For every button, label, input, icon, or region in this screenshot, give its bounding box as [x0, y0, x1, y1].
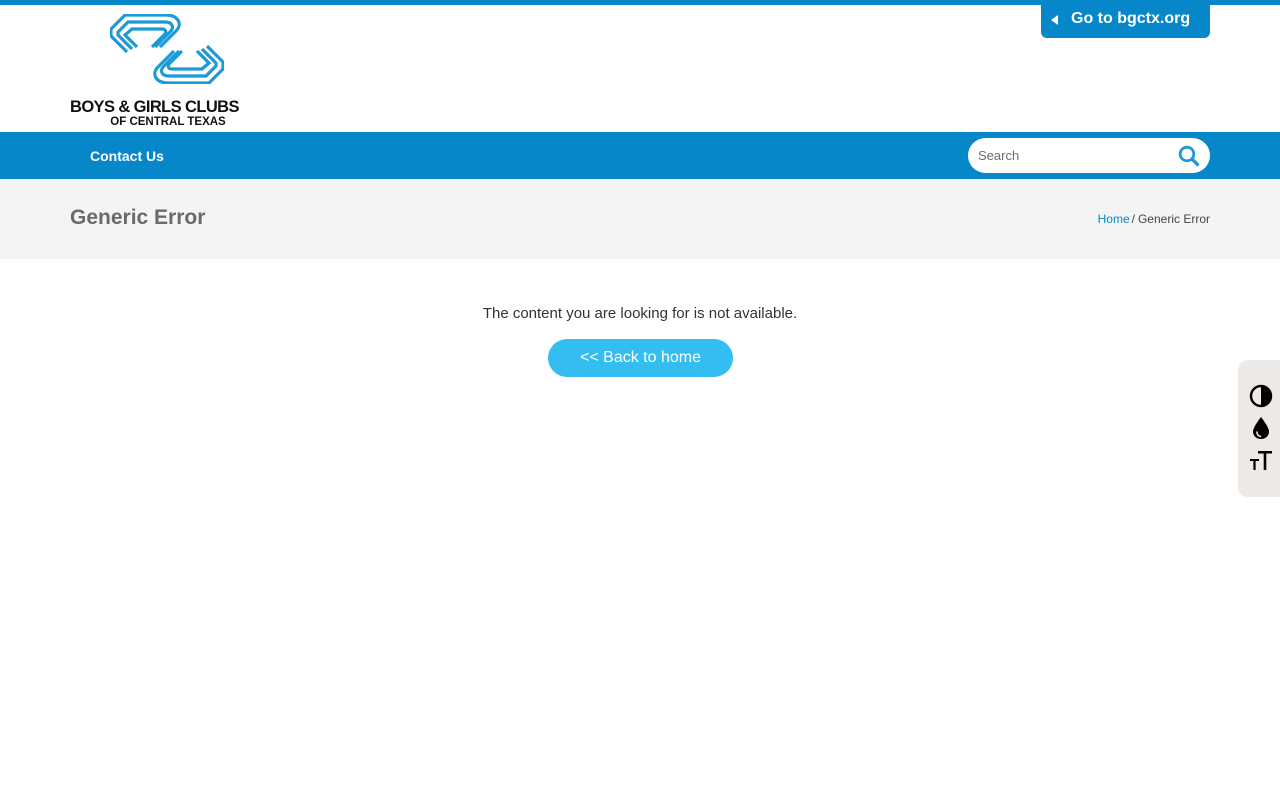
logo-subtitle: OF CENTRAL TEXAS — [110, 116, 226, 128]
bgc-hands-logo-icon — [110, 14, 224, 84]
saturation-toggle-button[interactable] — [1248, 415, 1274, 441]
logo-title: BOYS & GIRLS CLUBS — [70, 98, 239, 116]
search-icon — [1178, 145, 1200, 167]
back-to-home-button[interactable]: << Back to home — [548, 339, 733, 377]
go-to-main-site-button[interactable]: Go to bgctx.org — [1041, 5, 1210, 38]
main-navigation: Contact Us — [0, 132, 1280, 179]
search-input[interactable] — [978, 145, 1168, 166]
accessibility-toolbar — [1238, 360, 1280, 497]
text-size-toggle-button[interactable] — [1248, 447, 1274, 473]
search-bar — [968, 138, 1210, 173]
go-to-main-site-label: Go to bgctx.org — [1071, 10, 1191, 27]
caret-left-icon — [1051, 15, 1058, 25]
breadcrumb-current: Generic Error — [1137, 212, 1210, 226]
search-button[interactable] — [1177, 144, 1201, 168]
site-logo-link[interactable]: BOYS & GIRLS CLUBS OF CENTRAL TEXAS — [70, 14, 266, 128]
site-header: BOYS & GIRLS CLUBS OF CENTRAL TEXAS Go t… — [0, 5, 1280, 132]
error-message: The content you are looking for is not a… — [482, 305, 798, 322]
contrast-toggle-button[interactable] — [1248, 383, 1274, 409]
nav-item-contact-us[interactable]: Contact Us — [90, 147, 164, 165]
page-title-band: Generic Error Home / Generic Error — [0, 179, 1280, 259]
breadcrumb-home-link[interactable]: Home — [1098, 212, 1130, 226]
breadcrumb-separator: / — [1131, 212, 1135, 226]
text-size-icon — [1250, 451, 1272, 470]
breadcrumb: Home / Generic Error — [1098, 212, 1210, 227]
contrast-icon — [1249, 384, 1273, 408]
page-title: Generic Error — [70, 206, 206, 229]
saturation-drop-icon — [1253, 417, 1269, 439]
